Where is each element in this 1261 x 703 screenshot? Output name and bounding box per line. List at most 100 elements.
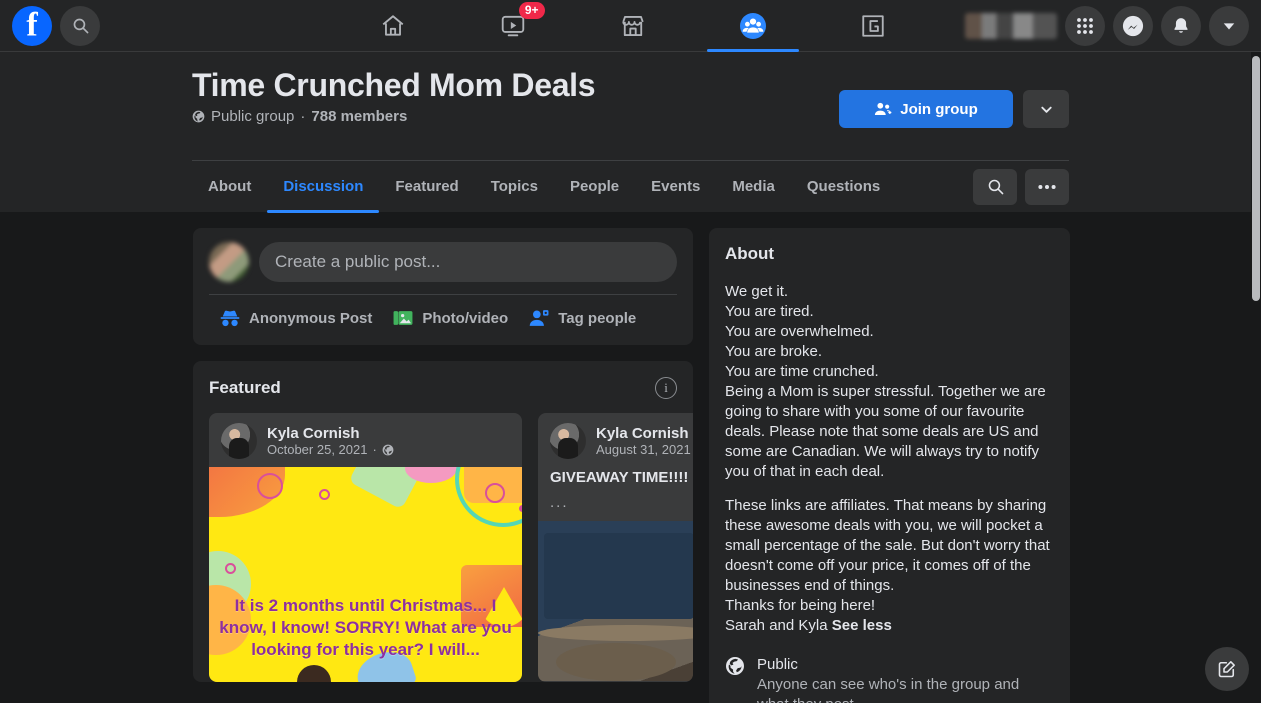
messenger-button[interactable] (1113, 5, 1153, 46)
incognito-icon (219, 308, 241, 328)
about-card: About We get it. You are tired. You are … (709, 228, 1070, 703)
main-content: Create a public post... Anonymous Post P… (0, 212, 1261, 703)
featured-carousel: Kyla Cornish October 25, 2021 · It is 2 … (193, 413, 693, 682)
group-meta: Public group · 788 members (192, 108, 407, 125)
notifications-button[interactable] (1161, 5, 1201, 46)
tag-people-label: Tag people (558, 309, 637, 327)
privacy-text-group: Public Anyone can see who's in the group… (757, 656, 1054, 703)
globe-icon (725, 656, 745, 703)
global-search-button[interactable] (60, 5, 100, 46)
account-menu-button[interactable] (1209, 5, 1249, 46)
featured-title: Featured (209, 378, 281, 397)
page-title: Time Crunched Mom Deals (192, 67, 596, 103)
nav-left-section (0, 5, 300, 46)
nav-tab-groups[interactable] (693, 0, 813, 52)
featured-post-date: October 25, 2021 (267, 442, 368, 457)
scrollbar-thumb[interactable] (1252, 56, 1260, 301)
about-paragraph: These links are affiliates. That means b… (725, 497, 1050, 594)
featured-post-author[interactable]: Kyla Cornish s (596, 425, 693, 442)
group-privacy-label: Public group (211, 108, 295, 125)
globe-icon (192, 110, 205, 123)
group-more-options-button[interactable] (1025, 168, 1069, 205)
floating-compose-button[interactable] (1205, 647, 1249, 691)
featured-post-meta: August 31, 2021 (596, 442, 693, 457)
featured-post-ellipsis[interactable]: ... (538, 494, 693, 521)
tab-discussion[interactable]: Discussion (267, 163, 380, 213)
about-signature: Sarah and Kyla (725, 617, 828, 634)
top-navigation-bar: 9+ (0, 0, 1261, 52)
featured-post-author-row: Kyla Cornish s August 31, 2021 (538, 413, 693, 467)
about-line: You are tired. (725, 303, 814, 320)
composer-top-row: Create a public post... (209, 242, 677, 282)
nav-tab-home[interactable] (333, 0, 453, 52)
about-line: You are overwhelmed. (725, 323, 874, 340)
profile-name-blurred[interactable] (965, 12, 1057, 39)
tab-about[interactable]: About (192, 163, 267, 211)
join-group-label: Join group (900, 100, 978, 118)
composer-action-row: Anonymous Post Photo/video Tag people (209, 295, 677, 337)
avatar[interactable] (550, 423, 586, 459)
group-privacy-row: Public Anyone can see who's in the group… (725, 656, 1054, 703)
about-line: You are time crunched. (725, 363, 879, 380)
about-line: Being a Mom is super stressful. Together… (725, 383, 1046, 480)
nav-tab-marketplace[interactable] (573, 0, 693, 52)
tab-events[interactable]: Events (635, 163, 716, 211)
about-line: You are broke. (725, 343, 823, 360)
about-column: About We get it. You are tired. You are … (709, 228, 1070, 703)
join-group-button[interactable]: Join group (839, 90, 1013, 128)
post-composer: Create a public post... Anonymous Post P… (193, 228, 693, 345)
featured-post-separator: · (372, 442, 377, 457)
featured-post-video-thumbnail[interactable] (538, 521, 693, 681)
featured-post-card[interactable]: Kyla Cornish s August 31, 2021 GIVEAWAY … (538, 413, 693, 682)
featured-section: Featured i Kyla Cornish October 25, 2021… (193, 361, 693, 682)
see-less-link[interactable]: See less (832, 617, 892, 634)
privacy-title: Public (757, 656, 798, 673)
tab-topics[interactable]: Topics (475, 163, 554, 211)
group-search-button[interactable] (973, 168, 1017, 205)
tab-action-buttons (973, 168, 1069, 205)
menu-grid-button[interactable] (1065, 5, 1105, 46)
group-header: Time Crunched Mom Deals Public group · 7… (0, 52, 1261, 213)
privacy-description: Anyone can see who's in the group and wh… (757, 676, 1020, 703)
group-member-count: 788 members (311, 108, 408, 125)
tab-questions[interactable]: Questions (791, 163, 896, 211)
featured-post-author-info: Kyla Cornish October 25, 2021 · (267, 425, 394, 457)
avatar[interactable] (221, 423, 257, 459)
join-options-button[interactable] (1023, 90, 1069, 128)
photo-video-button[interactable]: Photo/video (382, 299, 518, 337)
tag-people-button[interactable]: Tag people (518, 299, 646, 337)
compose-icon (1217, 659, 1237, 679)
featured-header: Featured i (193, 377, 693, 413)
featured-post-meta: October 25, 2021 · (267, 442, 394, 457)
about-thanks: Thanks for being here! (725, 597, 876, 614)
add-people-icon (874, 101, 892, 117)
nav-right-section (965, 5, 1261, 46)
about-line: We get it. (725, 283, 789, 300)
anonymous-post-label: Anonymous Post (249, 309, 373, 327)
globe-icon (382, 444, 394, 456)
nav-tab-gaming[interactable] (813, 0, 933, 52)
create-post-input[interactable]: Create a public post... (259, 242, 677, 282)
group-meta-separator: · (300, 108, 306, 125)
facebook-logo[interactable] (12, 5, 52, 46)
info-icon[interactable]: i (655, 377, 677, 399)
about-title: About (725, 244, 775, 263)
photo-video-label: Photo/video (422, 309, 509, 327)
tab-media[interactable]: Media (716, 163, 791, 211)
tab-featured[interactable]: Featured (379, 163, 474, 211)
featured-post-author[interactable]: Kyla Cornish (267, 425, 394, 442)
featured-post-image[interactable]: It is 2 months until Christmas... I know… (209, 467, 522, 682)
discussion-column: Create a public post... Anonymous Post P… (193, 228, 693, 682)
tab-people[interactable]: People (554, 163, 635, 211)
anonymous-post-button[interactable]: Anonymous Post (209, 299, 382, 337)
featured-post-author-info: Kyla Cornish s August 31, 2021 (596, 425, 693, 457)
avatar[interactable] (209, 242, 249, 282)
nav-tab-watch[interactable]: 9+ (453, 0, 573, 52)
about-signature-row: Sarah and Kyla See less (725, 616, 1054, 636)
tag-people-icon (528, 308, 550, 328)
photo-icon (392, 308, 414, 328)
featured-post-card[interactable]: Kyla Cornish October 25, 2021 · It is 2 … (209, 413, 522, 682)
nav-center-tabs: 9+ (300, 0, 965, 52)
group-tab-bar: About Discussion Featured Topics People … (192, 160, 1069, 213)
featured-post-text: GIVEAWAY TIME!!!! (550, 469, 689, 486)
